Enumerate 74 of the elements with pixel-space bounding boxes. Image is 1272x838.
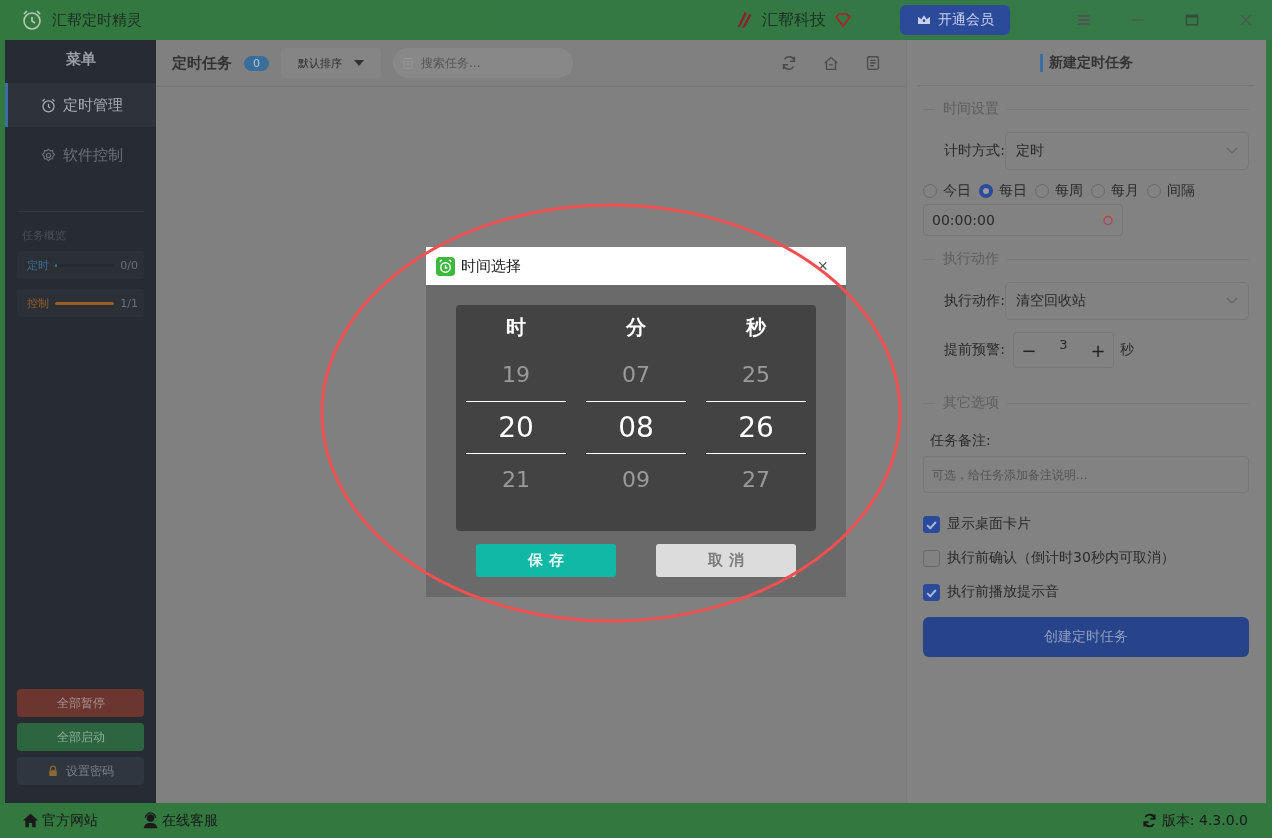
gear-icon (40, 146, 57, 164)
nav-item[interactable]: 定时管理 (5, 83, 156, 127)
column-header: 分 (626, 314, 646, 341)
mode-dropdown[interactable]: 定时 (1005, 132, 1249, 170)
alarm-clock-icon (1102, 214, 1114, 226)
menu-icon[interactable] (1076, 12, 1092, 28)
brand-name: 汇帮科技 (762, 9, 826, 31)
overview-label: 控制 (27, 295, 49, 311)
caret-icon (354, 60, 364, 66)
lock-icon (47, 765, 58, 777)
picker-option[interactable]: 07 (586, 349, 686, 401)
overview-count: 0/0 (120, 258, 138, 272)
frequency-radio[interactable]: 每周 (1035, 182, 1083, 200)
dialog-title: 时间选择 (461, 256, 521, 276)
list-icon[interactable] (864, 54, 882, 72)
create-task-button[interactable]: 创建定时任务 (923, 617, 1249, 657)
field-label: 执行动作: (943, 292, 1005, 310)
chevron-icon (1226, 297, 1238, 305)
option-checkbox[interactable]: 显示桌面卡片 (923, 507, 1249, 541)
decrement-button[interactable]: − (1014, 338, 1044, 362)
frequency-radio[interactable]: 间隔 (1147, 182, 1195, 200)
refresh-icon (1140, 812, 1158, 829)
home-icon[interactable] (822, 54, 840, 72)
home-icon (22, 812, 39, 829)
picker-option[interactable]: 27 (706, 454, 806, 506)
field-label: 提前预警: (943, 341, 1005, 359)
column-header: 时 (506, 314, 526, 341)
option-checkbox[interactable]: 执行前确认（倒计时30秒内可取消） (923, 541, 1249, 575)
count-badge: 0 (244, 55, 269, 71)
unit-label: 秒 (1120, 341, 1134, 359)
window-title: 汇帮定时精灵 (52, 10, 142, 30)
sidebar-button[interactable]: 全部暂停 (17, 689, 144, 717)
picker-option[interactable]: 19 (466, 349, 566, 401)
cancel-button[interactable]: 取 消 (656, 544, 796, 577)
frequency-radio[interactable]: 今日 (923, 182, 971, 200)
version-label: 版本: 4.3.0.0 (1161, 811, 1248, 830)
action-dropdown[interactable]: 清空回收站 (1005, 282, 1249, 320)
footer-link[interactable]: 在线客服 (142, 811, 218, 830)
column-header: 秒 (746, 314, 766, 341)
vip-button[interactable]: 开通会员 (900, 5, 1010, 35)
time-field[interactable]: 00:00:00 (923, 204, 1123, 236)
option-checkbox[interactable]: 执行前播放提示音 (923, 575, 1249, 609)
picker-selected-value[interactable]: 20 (466, 401, 566, 454)
chevron-icon (1226, 147, 1238, 155)
headset-person-icon (142, 812, 159, 829)
picker-option[interactable]: 21 (466, 454, 566, 506)
overview-count: 1/1 (120, 296, 138, 310)
increment-button[interactable]: + (1083, 338, 1113, 362)
panel-title: 新建定时任务 (1039, 53, 1133, 72)
picker-option[interactable]: 09 (586, 454, 686, 506)
picker-option[interactable]: 25 (706, 349, 806, 401)
picker-selected-value[interactable]: 08 (586, 401, 686, 454)
field-label: 计时方式: (943, 142, 1005, 160)
sidebar-button[interactable]: 设置密码 (17, 757, 144, 785)
overview-label: 定时 (27, 257, 49, 273)
field-label: 任务备注: (930, 432, 992, 450)
picker-selected-value[interactable]: 26 (706, 401, 806, 454)
save-button[interactable]: 保 存 (476, 544, 616, 577)
alarm-clock-icon (436, 256, 455, 276)
footer-link[interactable]: 官方网站 (22, 811, 98, 830)
frequency-radio[interactable]: 每月 (1091, 182, 1139, 200)
task-list-title: 定时任务 (172, 53, 232, 73)
alarm-clock-icon (40, 96, 57, 114)
maximize-icon[interactable] (1184, 12, 1200, 28)
diamond-heart-icon (834, 11, 852, 29)
nav-item[interactable]: 软件控制 (5, 133, 156, 177)
close-icon[interactable] (1238, 12, 1254, 28)
refresh-icon[interactable] (780, 54, 798, 72)
alarm-clock-icon (20, 8, 44, 32)
frequency-radio[interactable]: 每日 (979, 182, 1027, 200)
sort-dropdown[interactable]: 默认排序 (281, 48, 381, 78)
menu-title: 菜单 (64, 49, 97, 70)
stepper-value[interactable]: 3 (1059, 333, 1068, 352)
sidebar-button[interactable]: 全部启动 (17, 723, 144, 751)
